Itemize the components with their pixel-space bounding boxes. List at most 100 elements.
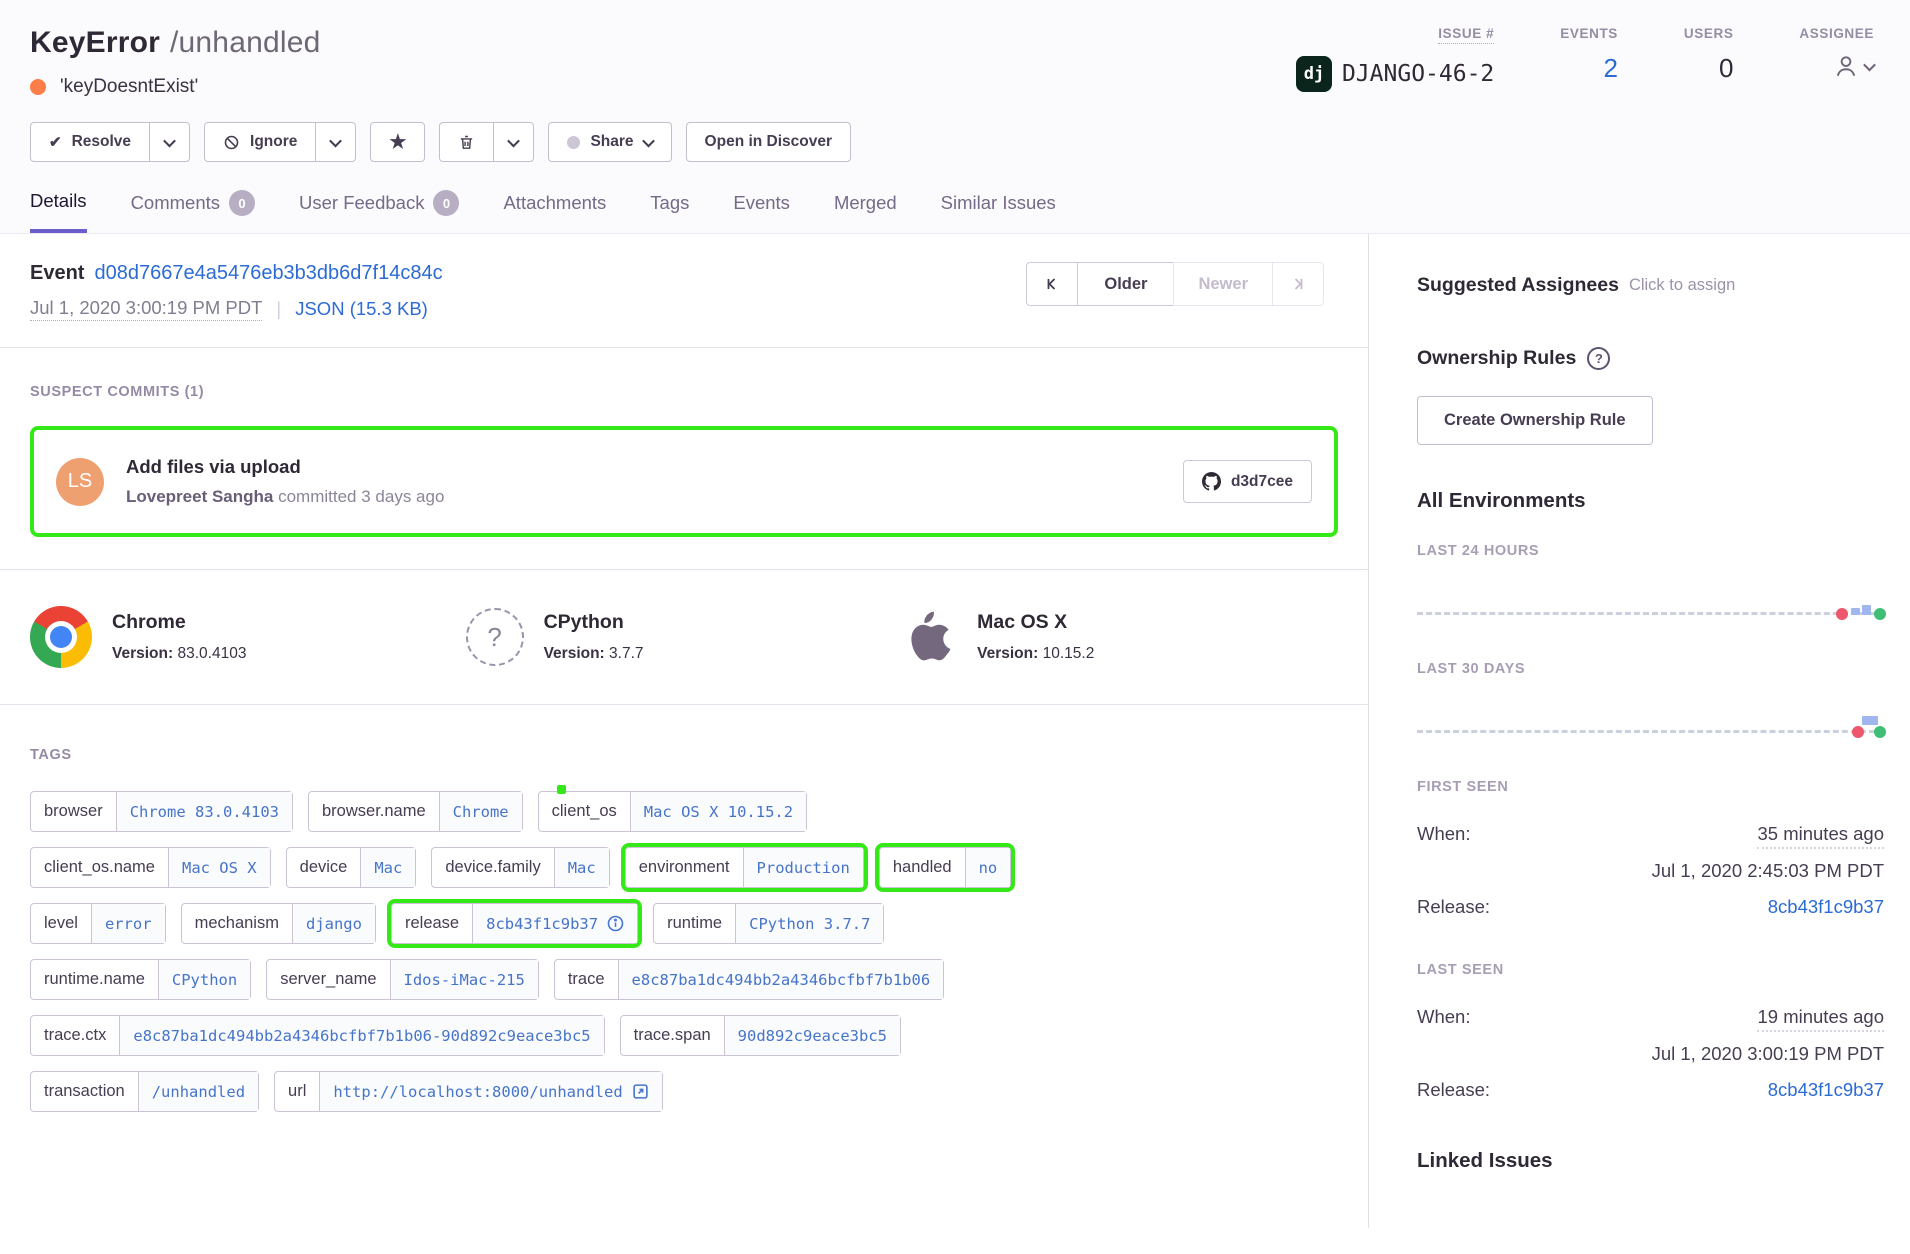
chevron-down-icon <box>330 134 343 147</box>
assignee-dropdown[interactable] <box>1833 53 1874 79</box>
issue-message: 'keyDoesntExist' <box>60 76 198 98</box>
sparkline-baseline <box>1417 612 1884 615</box>
issue-type: KeyError <box>30 26 160 59</box>
first-seen-release-link[interactable]: 8cb43f1c9b37 <box>1768 896 1884 918</box>
sparkline-baseline <box>1417 730 1884 733</box>
create-ownership-rule-button[interactable]: Create Ownership Rule <box>1417 396 1653 445</box>
tag-handled[interactable]: handledno <box>879 847 1011 888</box>
github-icon <box>1202 472 1221 491</box>
tag-environment[interactable]: environmentProduction <box>625 847 864 888</box>
assignee-label: ASSIGNEE <box>1799 26 1874 41</box>
tab-tags[interactable]: Tags <box>650 190 689 233</box>
older-event-button[interactable]: Older <box>1077 262 1174 306</box>
event-header: Event d08d7667e4a5476eb3b3db6d7f14c84c Ju… <box>0 234 1368 348</box>
tag-device-family[interactable]: device.familyMac <box>431 847 609 888</box>
share-button[interactable]: Share <box>548 122 671 162</box>
events-count[interactable]: 2 <box>1603 53 1617 84</box>
issue-short-id: DJANGO-46-2 <box>1342 61 1494 87</box>
click-to-assign-hint: Click to assign <box>1629 276 1735 295</box>
event-timestamp: Jul 1, 2020 3:00:19 PM PDT <box>30 297 262 321</box>
tag-server-name[interactable]: server_nameIdos-iMac-215 <box>266 959 539 1000</box>
tag-url[interactable]: urlhttp://localhost:8000/unhandled <box>274 1071 663 1112</box>
tag-trace-ctx[interactable]: trace.ctxe8c87ba1dc494bb2a4346bcfbf7b1b0… <box>30 1015 605 1056</box>
tags-section: TAGS browserChrome 83.0.4103 browser.nam… <box>0 705 1368 1169</box>
tag-browser[interactable]: browserChrome 83.0.4103 <box>30 791 293 832</box>
chrome-icon <box>30 606 92 668</box>
users-label: USERS <box>1684 26 1734 41</box>
suspect-commit-row: LS Add files via upload Lovepreet Sangha… <box>30 426 1338 537</box>
event-id-link[interactable]: d08d7667e4a5476eb3b3db6d7f14c84c <box>94 262 442 284</box>
context-name: CPython <box>544 611 644 634</box>
context-version: 3.7.7 <box>609 645 643 662</box>
tags-heading: TAGS <box>30 747 1338 763</box>
tag-trace-span[interactable]: trace.span90d892c9eace3bc5 <box>620 1015 901 1056</box>
checkmark-icon: ✔ <box>49 133 62 151</box>
context-os: Mac OS X Version: 10.15.2 <box>901 606 1337 668</box>
tag-runtime-name[interactable]: runtime.nameCPython <box>30 959 251 1000</box>
external-link-icon[interactable] <box>632 1083 649 1100</box>
django-project-icon: dj <box>1296 56 1332 92</box>
context-name: Chrome <box>112 611 246 634</box>
oldest-event-button[interactable] <box>1026 262 1078 306</box>
last-seen-release-link[interactable]: 8cb43f1c9b37 <box>1768 1079 1884 1101</box>
issue-number-label: ISSUE # <box>1438 26 1494 44</box>
tag-level[interactable]: levelerror <box>30 903 166 944</box>
comments-count-badge: 0 <box>229 190 255 216</box>
ignore-button[interactable]: Ignore <box>204 122 316 162</box>
event-bars-icon <box>1862 716 1878 725</box>
feedback-count-badge: 0 <box>433 190 459 216</box>
ignore-dropdown-button[interactable] <box>315 122 356 162</box>
chevron-down-icon <box>1863 58 1876 71</box>
context-browser: Chrome Version: 83.0.4103 <box>30 606 466 668</box>
stat-users: USERS 0 <box>1684 26 1734 98</box>
tab-comments[interactable]: Comments0 <box>131 190 255 233</box>
first-seen-absolute: Jul 1, 2020 2:45:03 PM PDT <box>1417 860 1884 882</box>
last-seen-relative: 19 minutes ago <box>1757 1006 1884 1032</box>
last-24-hours-label: LAST 24 HOURS <box>1417 543 1884 559</box>
tag-runtime[interactable]: runtimeCPython 3.7.7 <box>653 903 884 944</box>
star-icon: ★ <box>389 131 406 154</box>
tag-transaction[interactable]: transaction/unhandled <box>30 1071 259 1112</box>
first-seen-marker-icon <box>1836 608 1848 620</box>
newer-event-button[interactable]: Newer <box>1173 262 1273 306</box>
info-icon[interactable] <box>607 915 624 932</box>
open-in-discover-button[interactable]: Open in Discover <box>686 122 851 162</box>
tab-events[interactable]: Events <box>733 190 790 233</box>
tab-attachments[interactable]: Attachments <box>503 190 606 233</box>
skip-to-latest-button[interactable] <box>1272 262 1324 306</box>
delete-dropdown-button[interactable] <box>493 122 534 162</box>
users-count[interactable]: 0 <box>1719 53 1733 84</box>
context-version: 83.0.4103 <box>177 645 246 662</box>
event-json-link[interactable]: JSON (15.3 KB) <box>295 298 428 320</box>
tag-trace[interactable]: tracee8c87ba1dc494bb2a4346bcfbf7b1b06 <box>554 959 944 1000</box>
tag-browser-name[interactable]: browser.nameChrome <box>308 791 523 832</box>
resolve-dropdown-button[interactable] <box>149 122 190 162</box>
context-runtime: ? CPython Version: 3.7.7 <box>466 606 902 668</box>
commit-sha-button[interactable]: d3d7cee <box>1183 460 1312 503</box>
tag-release[interactable]: release8cb43f1c9b37 <box>391 903 638 944</box>
release-label: Release: <box>1417 896 1490 918</box>
stat-events: EVENTS 2 <box>1560 26 1618 98</box>
context-name: Mac OS X <box>977 611 1094 634</box>
ownership-rules-row: Ownership Rules ? <box>1417 347 1884 370</box>
resolve-button[interactable]: ✔ Resolve <box>30 122 150 162</box>
tab-similar-issues[interactable]: Similar Issues <box>941 190 1056 233</box>
tag-device[interactable]: deviceMac <box>286 847 417 888</box>
delete-button[interactable] <box>439 122 494 162</box>
tab-merged[interactable]: Merged <box>834 190 897 233</box>
annotation-dot <box>557 785 566 794</box>
first-seen-relative: 35 minutes ago <box>1757 823 1884 849</box>
divider: | <box>276 298 281 320</box>
bookmark-button[interactable]: ★ <box>370 122 425 162</box>
tag-client-os[interactable]: client_osMac OS X 10.15.2 <box>538 791 807 832</box>
tab-user-feedback[interactable]: User Feedback0 <box>299 190 459 233</box>
tag-mechanism[interactable]: mechanismdjango <box>181 903 376 944</box>
mute-circle-icon <box>223 134 240 151</box>
tab-details[interactable]: Details <box>30 190 87 233</box>
suggested-assignees-row: Suggested Assignees Click to assign <box>1417 274 1884 297</box>
tag-client-os-name[interactable]: client_os.nameMac OS X <box>30 847 271 888</box>
help-circle-icon[interactable]: ? <box>1587 347 1610 370</box>
sparkline-24h <box>1417 559 1884 631</box>
avatar: LS <box>56 458 104 506</box>
event-label: Event <box>30 262 84 284</box>
